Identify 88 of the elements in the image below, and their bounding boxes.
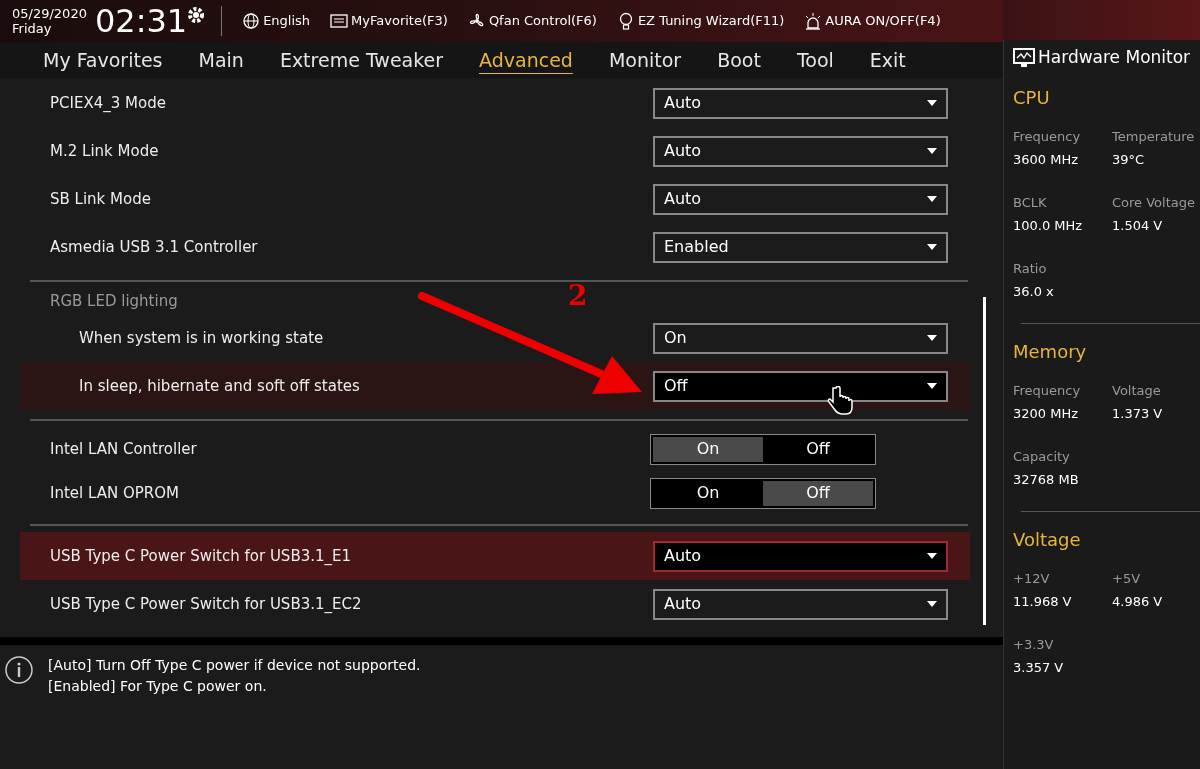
metric-label: BCLK <box>1013 194 1048 212</box>
toggle-option[interactable]: Off <box>763 480 873 506</box>
caret-icon <box>927 601 937 607</box>
toggle-option[interactable]: Off <box>763 436 873 462</box>
dropdown[interactable]: On <box>653 322 948 354</box>
setting-label: USB Type C Power Switch for USB3.1_E1 <box>50 545 352 567</box>
metric-value: 3600 MHz <box>1013 151 1080 169</box>
metric-label: +12V <box>1013 570 1051 588</box>
toolbar-button[interactable]: EZ Tuning Wizard(F11) <box>616 11 785 31</box>
dropdown[interactable]: Auto <box>653 183 948 215</box>
setting-row[interactable]: USB Type C Power Switch for USB3.1_E1 Auto <box>20 532 970 580</box>
setting-row[interactable]: In sleep, hibernate and soft off states Off <box>20 362 970 410</box>
clock-time: 02:31 <box>94 5 188 37</box>
nav-tab[interactable]: Advanced <box>479 45 573 75</box>
section-heading: Memory <box>1013 340 1088 364</box>
setting-label: Intel LAN Controller <box>50 438 197 460</box>
beacon-icon <box>804 12 823 30</box>
caret-icon <box>927 553 937 559</box>
section-heading: RGB LED lighting <box>50 290 178 312</box>
metric-label: Capacity <box>1013 448 1071 466</box>
help-text: [Enabled] For Type C power on. <box>48 677 268 696</box>
dropdown[interactable]: Off <box>653 370 948 402</box>
toolbar-button[interactable]: MyFavorite(F3) <box>330 11 448 31</box>
toolbar-button[interactable]: AURA ON/OFF(F4) <box>804 11 941 31</box>
metric-label: Voltage <box>1112 382 1162 400</box>
metric-value: 36.0 x <box>1013 283 1055 301</box>
day-text: Friday <box>12 21 53 36</box>
caret-icon <box>927 383 937 389</box>
nav-tab[interactable]: Tool <box>796 45 834 75</box>
settings-icon <box>187 6 206 24</box>
dropdown[interactable]: Auto <box>653 87 948 119</box>
metric-label: Core Voltage <box>1112 194 1196 212</box>
toolbar-button[interactable]: Qfan Control(F6) <box>467 11 597 31</box>
date-text: 05/29/2020 <box>12 6 87 21</box>
help-text: [Auto] Turn Off Type C power if device not supported. <box>48 656 421 675</box>
nav-tab[interactable]: Monitor <box>608 45 682 75</box>
toggle-option[interactable]: On <box>653 436 763 462</box>
metric-value: 39°C <box>1112 151 1146 169</box>
monitor-icon <box>1013 48 1035 68</box>
dropdown[interactable]: Auto <box>653 540 948 572</box>
caret-icon <box>927 335 937 341</box>
section-heading: Voltage <box>1013 528 1082 552</box>
section-heading: CPU <box>1013 86 1051 110</box>
metric-label: Temperature <box>1112 128 1196 146</box>
metric-value: 100.0 MHz <box>1013 217 1084 235</box>
caret-icon <box>927 100 937 106</box>
info-icon <box>4 655 34 685</box>
metric-value: 3200 MHz <box>1013 405 1080 423</box>
nav-tab[interactable]: Main <box>198 45 244 75</box>
scrollbar[interactable] <box>983 297 986 625</box>
setting-label: In sleep, hibernate and soft off states <box>79 375 360 397</box>
metric-value: 1.504 V <box>1112 217 1164 235</box>
nav-tab[interactable]: Extreme Tweaker <box>279 45 444 75</box>
setting-label: Asmedia USB 3.1 Controller <box>50 236 258 258</box>
toggle-option[interactable]: On <box>653 480 763 506</box>
setting-label: M.2 Link Mode <box>50 140 159 162</box>
nav-tab[interactable]: Exit <box>869 45 906 75</box>
metric-value: 11.968 V <box>1013 593 1073 611</box>
panel-title: Hardware Monitor <box>1038 46 1191 70</box>
setting-label: Intel LAN OPROM <box>50 482 179 504</box>
caret-icon <box>927 148 937 154</box>
dropdown[interactable]: Auto <box>653 135 948 167</box>
caret-icon <box>927 244 937 250</box>
globe-icon <box>242 12 261 30</box>
setting-label: SB Link Mode <box>50 188 151 210</box>
metric-value: 4.986 V <box>1112 593 1164 611</box>
metric-label: Frequency <box>1013 128 1082 146</box>
metric-label: +5V <box>1112 570 1142 588</box>
dropdown[interactable]: Auto <box>653 588 948 620</box>
metric-value: 3.357 V <box>1013 659 1065 677</box>
dropdown[interactable]: Enabled <box>653 231 948 263</box>
metric-value: 1.373 V <box>1112 405 1164 423</box>
list-icon <box>330 12 349 30</box>
hand-cursor-icon <box>827 386 855 416</box>
metric-label: Ratio <box>1013 260 1048 278</box>
caret-icon <box>927 196 937 202</box>
setting-label: When system is in working state <box>79 327 324 349</box>
nav-tab[interactable]: Boot <box>717 45 761 75</box>
metric-value: 32768 MB <box>1013 471 1080 489</box>
toolbar-button[interactable]: English <box>242 11 311 31</box>
metric-label: Frequency <box>1013 382 1082 400</box>
metric-label: +3.3V <box>1013 636 1055 654</box>
setting-label: USB Type C Power Switch for USB3.1_EC2 <box>50 593 362 615</box>
toggle-switch[interactable]: On Off <box>650 433 876 465</box>
nav-tab[interactable]: My Favorites <box>43 45 163 75</box>
setting-label: PCIEX4_3 Mode <box>50 92 166 114</box>
toggle-switch[interactable]: On Off <box>650 477 876 509</box>
annotation-number: 2 <box>568 282 588 310</box>
